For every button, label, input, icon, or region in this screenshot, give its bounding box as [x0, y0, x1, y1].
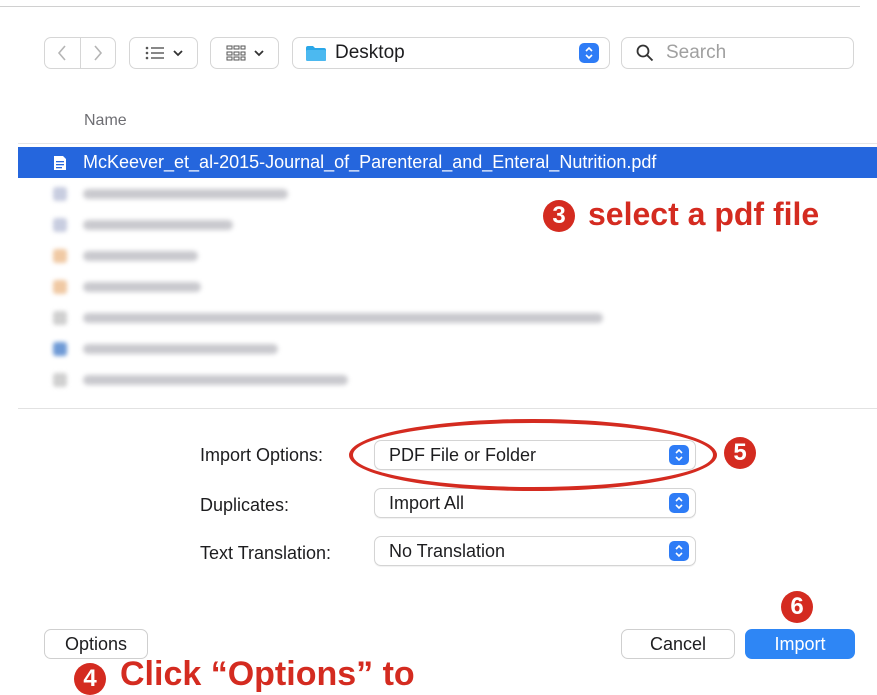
chevron-down-icon: [172, 49, 183, 56]
file-icon: [53, 249, 67, 263]
text-translation-popup[interactable]: No Translation: [374, 536, 696, 566]
chevron-right-icon: [94, 45, 102, 61]
search-field[interactable]: [621, 37, 854, 69]
file-icon: [53, 311, 67, 325]
blurred-file-name: [83, 282, 201, 292]
search-input[interactable]: [664, 41, 848, 65]
blurred-file-name: [83, 313, 603, 323]
top-divider: [0, 6, 860, 7]
file-icon: [53, 280, 67, 294]
blurred-file-name: [83, 189, 288, 199]
list-icon: [145, 46, 164, 60]
file-list: McKeever_et_al-2015-Journal_of_Parentera…: [18, 147, 877, 395]
import-options-label: Import Options:: [200, 445, 324, 465]
import-button[interactable]: Import: [745, 629, 855, 659]
blurred-file-name: [83, 220, 233, 230]
duplicates-label: Duplicates:: [200, 495, 290, 515]
file-row[interactable]: [18, 333, 877, 364]
file-icon: [53, 342, 67, 356]
nav-button-group: [44, 37, 116, 69]
step-5-badge: 5: [724, 437, 756, 469]
chevron-left-icon: [58, 45, 66, 61]
file-row[interactable]: [18, 364, 877, 395]
blurred-file-name: [83, 251, 198, 261]
search-icon: [636, 44, 654, 62]
cancel-button[interactable]: Cancel: [621, 629, 735, 659]
column-header-name[interactable]: Name: [84, 112, 127, 130]
highlight-ellipse: [349, 419, 717, 491]
back-button[interactable]: [45, 38, 80, 68]
blurred-file-name: [83, 344, 278, 354]
duplicates-value: Import All: [389, 493, 465, 513]
step-4-text: Click “Options” to: [120, 655, 415, 693]
text-translation-label: Text Translation:: [200, 543, 332, 563]
text-translation-value: No Translation: [389, 541, 506, 561]
file-icon: [53, 218, 67, 232]
toolbar: Desktop: [0, 37, 877, 71]
up-down-chevron-icon: [669, 493, 689, 513]
step-6-badge: 6: [781, 591, 813, 623]
step-4-badge: 4: [74, 663, 106, 695]
grid-view-button[interactable]: [210, 37, 279, 69]
file-icon: [53, 373, 67, 387]
location-popup[interactable]: Desktop: [292, 37, 610, 69]
up-down-chevron-icon: [669, 541, 689, 561]
grid-icon: [226, 45, 245, 61]
file-row[interactable]: [18, 302, 877, 333]
list-divider: [18, 408, 877, 409]
file-row-selected[interactable]: McKeever_et_al-2015-Journal_of_Parentera…: [18, 147, 877, 178]
location-label: Desktop: [335, 42, 405, 63]
folder-icon: [306, 45, 326, 61]
file-row[interactable]: [18, 271, 877, 302]
header-divider: [18, 143, 877, 144]
file-icon: [53, 187, 67, 201]
step-3-text: select a pdf file: [588, 196, 820, 232]
step-3-badge: 3: [543, 200, 575, 232]
list-view-button[interactable]: [129, 37, 198, 69]
duplicates-popup[interactable]: Import All: [374, 488, 696, 518]
blurred-file-name: [83, 375, 348, 385]
chevron-down-icon: [253, 49, 264, 56]
forward-button[interactable]: [79, 38, 116, 68]
pdf-file-icon: [54, 156, 66, 170]
up-down-chevron-icon: [579, 43, 599, 63]
file-name: McKeever_et_al-2015-Journal_of_Parentera…: [83, 152, 657, 172]
file-row[interactable]: [18, 240, 877, 271]
